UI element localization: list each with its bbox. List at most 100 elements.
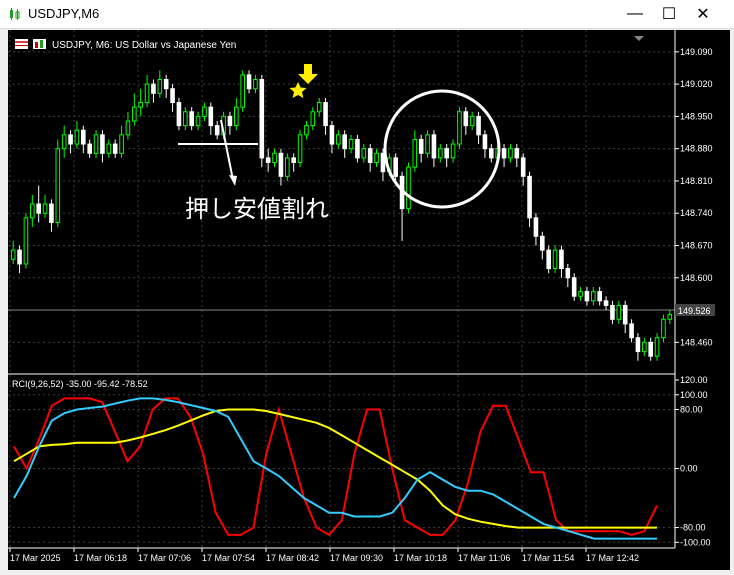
candle-body [265,157,271,163]
candle-body [367,148,373,163]
time-tick-label: 17 Mar 09:30 [330,553,383,563]
candle-body [578,291,583,297]
candle-body [189,111,194,127]
candle-body [23,217,29,265]
candle-body [61,134,67,150]
chart-background [8,30,730,570]
candle-body [304,125,309,136]
minimize-button[interactable]: — [618,0,652,28]
candle-body [654,337,660,357]
candle-body [527,175,532,219]
rci-tick-label: -100.00 [680,537,711,547]
candle-body [42,203,48,214]
candle-body [272,152,277,164]
candle-body [55,148,61,223]
price-tick-label: 148.740 [680,208,713,218]
symbol-header: USDJPY, M6: US Dollar vs Japanese Yen [52,40,236,51]
candle-body [30,203,35,219]
candle-body [520,157,526,177]
rci-label: RCI(9,26,52) -35.00 -95.42 -78.52 [12,379,148,389]
candle-body [87,143,92,154]
time-tick-label: 17 Mar 07:54 [202,553,255,563]
candle-body [202,106,207,117]
candle-body [425,134,430,154]
candle-body [361,148,367,159]
candle-body [259,79,265,159]
maximize-button[interactable]: ☐ [652,0,686,28]
candle-body [610,304,615,320]
candle-body [106,143,112,154]
candle-body [285,157,290,177]
time-tick-label: 17 Mar 12:42 [586,553,639,563]
candle-body [10,249,16,260]
candle-body [622,304,628,325]
candle-body [508,148,513,159]
window-titlebar: USDJPY,M6 — ☐ ✕ [0,0,734,29]
rci-tick-label: 120.00 [680,375,708,385]
candle-body [406,166,411,210]
table-icon[interactable] [15,39,28,49]
chart-canvas[interactable]: USDJPY, M6: US Dollar vs Japanese Yen 14… [8,30,730,570]
candle-body [348,138,354,150]
candle-body [642,341,647,353]
candle-body [316,102,322,113]
candle-body [81,129,86,145]
candle-body [342,134,347,150]
candle-body [501,148,507,159]
candle-body [565,268,571,279]
candle-body [418,138,424,154]
annotation-text: 押し安値割れ [185,195,329,223]
candle-body [336,134,341,145]
candle-body [125,120,131,136]
candle-body [591,291,596,302]
candle-body [93,134,99,154]
candle-body [559,249,564,270]
candle-body [68,134,73,145]
candle-body [629,323,634,339]
candle-body [552,249,558,270]
candle-body [616,304,622,320]
candle-body [214,125,220,136]
candle-body [132,106,137,122]
candle-body [667,314,673,320]
chart-type-icon[interactable] [33,39,46,49]
candle-body [323,102,328,127]
candle-body [457,111,462,145]
candle-body [540,235,545,251]
rci-tick-label: 80.00 [680,405,703,415]
candle-body [112,143,118,154]
rci-tick-label: 100.00 [680,390,708,400]
candle-body [170,88,175,104]
candle-body [234,106,239,127]
candle-body [246,74,252,90]
rci-tick-label: -80.00 [680,523,706,533]
candle-body [36,203,41,214]
candle-body [297,134,303,164]
price-tick-label: 149.020 [680,79,713,89]
candle-body [227,115,233,127]
candle-body [571,277,577,297]
close-button[interactable]: ✕ [686,0,720,28]
candle-body [74,129,80,145]
candle-body [546,249,551,270]
candle-body [183,111,188,127]
candle-body [584,291,590,302]
price-tick-label: 148.460 [680,337,713,347]
candle-body [119,134,124,154]
time-tick-label: 17 Mar 07:06 [138,553,191,563]
chart-area[interactable]: USDJPY, M6: US Dollar vs Japanese Yen 14… [8,30,730,570]
time-tick-label: 17 Mar 11:06 [458,553,510,563]
candle-body [514,148,520,159]
candle-body [603,300,609,306]
candle-body [310,111,316,127]
price-tick-label: 148.670 [680,241,713,251]
candle-body [374,152,379,164]
time-tick-label: 17 Mar 2025 [10,553,61,563]
rci-tick-label: 0.00 [680,464,698,474]
price-tick-label: 148.950 [680,111,713,121]
price-tick-label: 148.600 [680,273,713,283]
time-tick-label: 17 Mar 10:18 [394,553,447,563]
candle-body [329,125,335,145]
candle-body [100,134,105,154]
candlestick-app-icon [10,8,20,20]
